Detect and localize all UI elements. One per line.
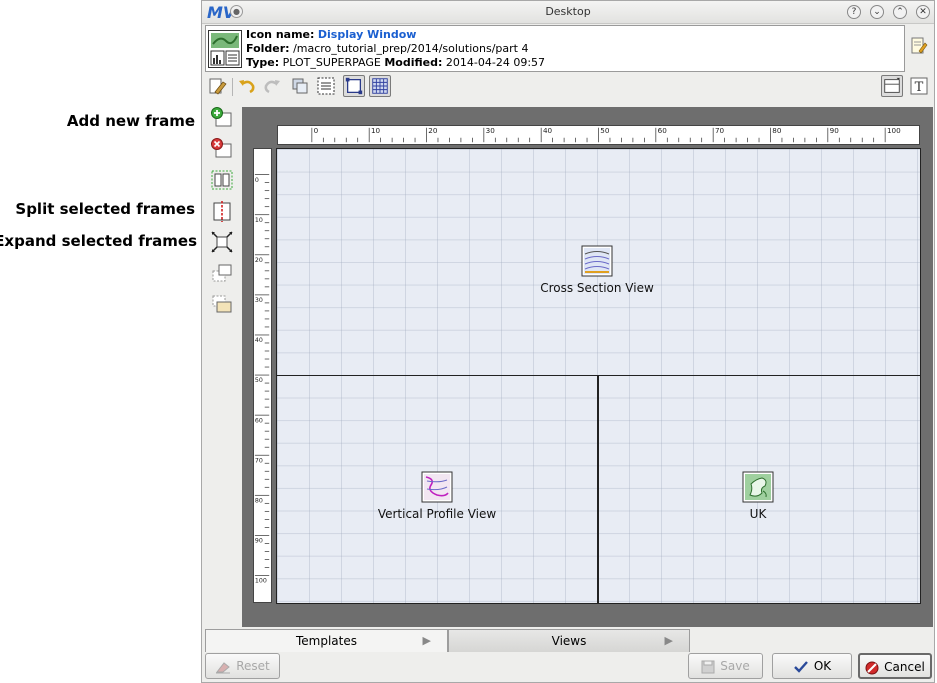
- vertical-profile-label: Vertical Profile View: [377, 507, 497, 521]
- icon-name-label: Icon name:: [246, 28, 315, 41]
- callout-add-new-frame: Add new frame: [66, 112, 195, 130]
- v-ruler-label: 70: [255, 457, 263, 464]
- duplicate-icon[interactable]: [289, 75, 311, 97]
- expand-frames-icon[interactable]: [210, 230, 234, 254]
- tab-views[interactable]: Views ▶: [448, 629, 690, 652]
- title-bar: MV ● Desktop ? ⌄ ⌃ ✕: [202, 1, 934, 24]
- reset-icon: [216, 661, 231, 673]
- v-ruler-label: 100: [255, 578, 267, 585]
- save-button[interactable]: Save: [688, 653, 763, 679]
- wrench-icon[interactable]: [207, 75, 229, 97]
- window-title: Desktop: [545, 5, 591, 18]
- text-icon[interactable]: T: [908, 75, 930, 97]
- geo-map-icon: [742, 471, 774, 503]
- icon-info-panel: Icon name: Display Window Folder: /macro…: [205, 25, 905, 72]
- h-ruler-label: 20: [428, 126, 438, 135]
- cross-section-icon: [581, 245, 613, 277]
- reset-label: Reset: [236, 659, 270, 673]
- desktop-window: MV ● Desktop ? ⌄ ⌃ ✕ Icon name: Display …: [201, 0, 935, 683]
- bring-forward-icon[interactable]: [210, 261, 234, 285]
- type-value: PLOT_SUPERPAGE: [282, 56, 381, 69]
- frame-bottom-left[interactable]: Vertical Profile View: [276, 375, 599, 604]
- maximize-button[interactable]: ⌃: [893, 5, 907, 19]
- undo-icon[interactable]: [236, 75, 258, 97]
- h-ruler-label: 50: [600, 126, 610, 135]
- cancel-icon: [865, 661, 879, 674]
- h-ruler-label: 100: [887, 126, 901, 135]
- tab-templates-label: Templates: [295, 634, 357, 648]
- grid-icon[interactable]: [369, 75, 391, 97]
- bottom-tabs: Templates ▶ Views ▶: [205, 629, 933, 653]
- layout-canvas: 0 10 20 30 40 50 60 70 80 90 100 0 10 20 30 40 50 60 70 80…: [242, 107, 933, 627]
- uk-label: UK: [749, 507, 767, 521]
- v-ruler-label: 80: [255, 497, 263, 504]
- icon-name-row: Icon name: Display Window: [246, 28, 416, 41]
- v-ruler-label: 0: [255, 177, 259, 184]
- modified-label: Modified:: [384, 56, 443, 69]
- v-ruler-label: 90: [255, 538, 263, 545]
- svg-text:T: T: [915, 80, 924, 95]
- send-backward-icon[interactable]: [210, 292, 234, 316]
- h-ruler-label: 0: [314, 126, 319, 135]
- frame-top[interactable]: Cross Section View: [276, 148, 921, 376]
- layout-menu-icon[interactable]: [881, 75, 903, 97]
- v-ruler-label: 10: [255, 217, 263, 224]
- h-ruler-label: 10: [371, 126, 381, 135]
- superpage-icon: [208, 30, 242, 68]
- vertical-profile-view[interactable]: Vertical Profile View: [367, 471, 507, 521]
- uk-view[interactable]: UK: [708, 471, 808, 521]
- ok-button[interactable]: OK: [772, 653, 852, 679]
- reset-button[interactable]: Reset: [205, 653, 280, 679]
- type-row: Type: PLOT_SUPERPAGE Modified: 2014-04-2…: [246, 56, 545, 69]
- save-label: Save: [720, 659, 750, 673]
- superpage[interactable]: Cross Section View Vertical Profile View: [276, 148, 921, 604]
- h-ruler-label: 30: [486, 126, 496, 135]
- v-ruler-label: 60: [255, 417, 263, 424]
- close-button[interactable]: ✕: [916, 5, 930, 19]
- edit-notes-icon[interactable]: [910, 37, 928, 55]
- snap-frame-icon[interactable]: [343, 75, 365, 97]
- add-frame-icon[interactable]: [210, 106, 234, 130]
- templates-arrow-icon: ▶: [422, 634, 431, 647]
- cross-section-view[interactable]: Cross Section View: [532, 245, 662, 295]
- h-ruler-label: 60: [658, 126, 668, 135]
- folder-value: /macro_tutorial_prep/2014/solutions/part…: [293, 42, 529, 55]
- views-arrow-icon: ▶: [664, 634, 673, 647]
- select-all-icon[interactable]: [315, 75, 337, 97]
- ok-label: OK: [813, 659, 832, 673]
- v-ruler-label: 50: [255, 377, 263, 384]
- v-ruler-label: 40: [255, 337, 263, 344]
- checkmark-icon: [793, 660, 808, 673]
- h-ruler-label: 90: [830, 126, 840, 135]
- help-button[interactable]: ?: [847, 5, 861, 19]
- cross-section-label: Cross Section View: [540, 281, 654, 295]
- minimize-button[interactable]: ⌄: [870, 5, 884, 19]
- vertical-profile-icon: [421, 471, 453, 503]
- vertical-ruler: 0 10 20 30 40 50 60 70 80 90 100: [253, 148, 272, 603]
- frame-bottom-right[interactable]: UK: [597, 375, 921, 604]
- folder-row: Folder: /macro_tutorial_prep/2014/soluti…: [246, 42, 528, 55]
- modified-value: 2014-04-24 09:57: [445, 56, 546, 69]
- horizontal-ruler: 0 10 20 30 40 50 60 70 80 90 100: [277, 125, 920, 145]
- remove-frame-icon[interactable]: [210, 137, 234, 161]
- redo-icon[interactable]: [261, 75, 283, 97]
- callout-split-selected-frames: Split selected frames: [15, 200, 195, 218]
- split-frames-icon[interactable]: [210, 199, 234, 223]
- v-ruler-label: 30: [255, 297, 263, 304]
- cancel-label: Cancel: [884, 660, 925, 674]
- tab-views-label: Views: [551, 634, 587, 648]
- frame-layout-icon[interactable]: [210, 168, 234, 192]
- v-ruler-label: 20: [255, 257, 263, 264]
- tab-templates[interactable]: Templates ▶: [205, 629, 448, 652]
- callout-expand-selected-frames: Expand selected frames: [0, 232, 197, 250]
- h-ruler-label: 80: [772, 126, 782, 135]
- cancel-button[interactable]: Cancel: [858, 653, 932, 679]
- save-icon: [701, 660, 715, 673]
- h-ruler-label: 70: [715, 126, 725, 135]
- h-ruler-label: 40: [543, 126, 553, 135]
- type-label: Type:: [246, 56, 280, 69]
- icon-name-value: Display Window: [317, 28, 417, 41]
- folder-label: Folder:: [246, 42, 290, 55]
